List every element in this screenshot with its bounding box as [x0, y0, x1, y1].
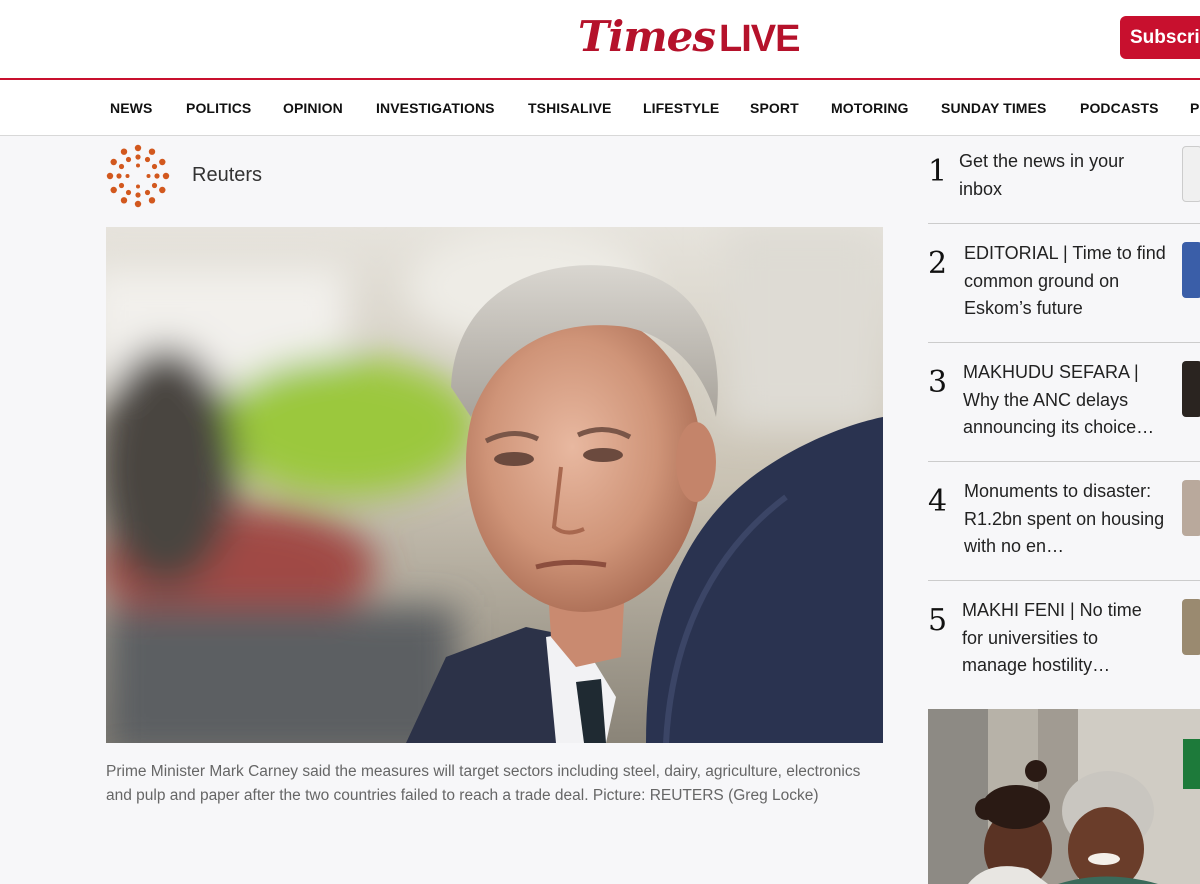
logo-times-text: Times [578, 12, 716, 61]
site-header: Times LIVE Subscribe [0, 0, 1200, 80]
nav-item-more[interactable]: P [1190, 100, 1199, 116]
hero-photo [106, 227, 883, 743]
trending-title[interactable]: Get the news in your inbox [959, 148, 1164, 203]
nav-item-tshisalive[interactable]: TSHISALIVE [528, 100, 611, 116]
nav-item-investigations[interactable]: INVESTIGATIONS [376, 100, 495, 116]
housing-thumbnail [1182, 480, 1200, 536]
subscribe-button[interactable]: Subscribe [1120, 16, 1200, 59]
trending-title[interactable]: MAKHI FENI | No time for universities to… [962, 597, 1167, 680]
logo-live-text: LIVE [719, 18, 800, 60]
advertisement-banner[interactable] [928, 709, 1200, 884]
trending-number: 4 [928, 484, 948, 519]
trending-number: 1 [928, 154, 948, 189]
author-name[interactable]: Reuters [192, 164, 262, 187]
trending-item-1[interactable]: 1 Get the news in your inbox [928, 142, 1200, 224]
site-logo[interactable]: Times LIVE [578, 12, 801, 62]
nav-item-sport[interactable]: SPORT [750, 100, 799, 116]
trending-list: 1 Get the news in your inbox 2 EDITORIAL… [928, 142, 1200, 700]
trending-title[interactable]: Monuments to disaster: R1.2bn spent on h… [964, 478, 1169, 561]
nav-item-podcasts[interactable]: PODCASTS [1080, 100, 1159, 116]
nav-item-opinion[interactable]: OPINION [283, 100, 343, 116]
main-nav: NEWS POLITICS OPINION INVESTIGATIONS TSH… [0, 80, 1200, 136]
nav-item-lifestyle[interactable]: LIFESTYLE [643, 100, 719, 116]
sefara-thumbnail [1182, 361, 1200, 417]
nav-item-politics[interactable]: POLITICS [186, 100, 251, 116]
reuters-logo-icon[interactable] [106, 144, 170, 208]
nav-item-sunday-times[interactable]: SUNDAY TIMES [941, 100, 1046, 116]
trending-item-4[interactable]: 4 Monuments to disaster: R1.2bn spent on… [928, 462, 1200, 581]
photo-caption: Prime Minister Mark Carney said the meas… [106, 763, 861, 804]
trending-number: 5 [928, 603, 948, 638]
university-thumbnail [1182, 599, 1200, 655]
trending-number: 2 [928, 246, 948, 281]
eskom-thumbnail [1182, 242, 1200, 298]
trending-number: 3 [928, 365, 948, 400]
nav-item-news[interactable]: NEWS [110, 100, 152, 116]
trending-item-3[interactable]: 3 MAKHUDU SEFARA | Why the ANC delays an… [928, 343, 1200, 462]
trending-item-5[interactable]: 5 MAKHI FENI | No time for universities … [928, 581, 1200, 700]
nav-item-motoring[interactable]: MOTORING [831, 100, 909, 116]
trending-title[interactable]: EDITORIAL | Time to find common ground o… [964, 240, 1169, 323]
trending-title[interactable]: MAKHUDU SEFARA | Why the ANC delays anno… [963, 359, 1168, 442]
trending-item-2[interactable]: 2 EDITORIAL | Time to find common ground… [928, 224, 1200, 343]
newsletter-thumbnail-icon [1182, 146, 1200, 202]
